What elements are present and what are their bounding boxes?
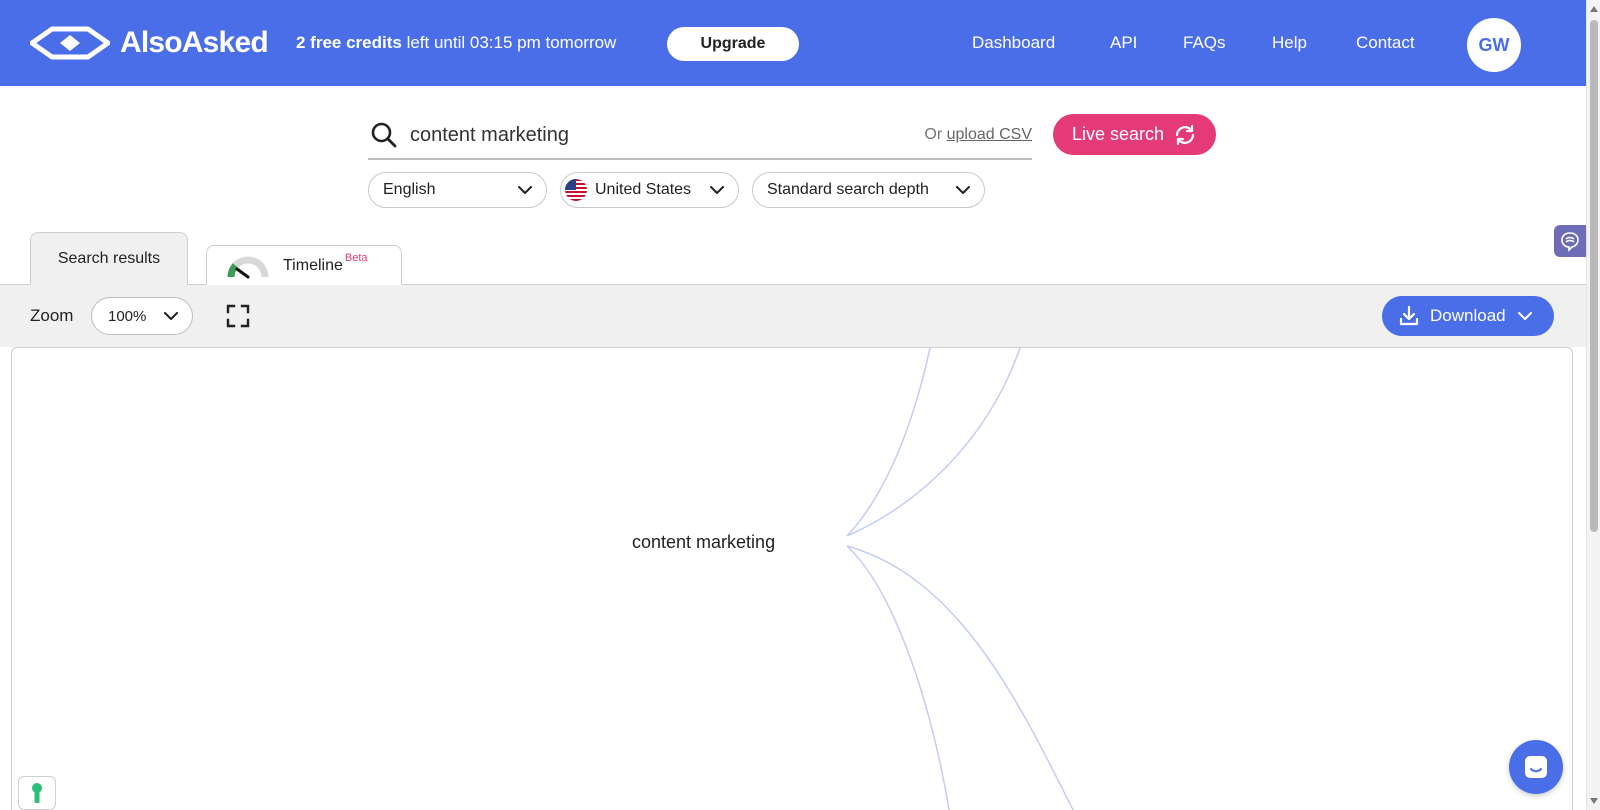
scroll-up-arrow-icon[interactable] [1590, 6, 1598, 12]
mindmap-canvas[interactable]: content marketing [11, 347, 1573, 810]
upload-csv-link[interactable]: upload CSV [947, 126, 1032, 143]
credits-expiry: left until 03:15 pm tomorrow [406, 33, 617, 52]
chevron-down-icon [1517, 311, 1532, 320]
tab-timeline-label: Timeline [283, 256, 343, 274]
logo[interactable]: AlsoAsked [30, 24, 269, 62]
gauge-icon [227, 256, 269, 278]
scroll-thumb[interactable] [1590, 20, 1598, 532]
zoom-label: Zoom [30, 306, 74, 325]
download-label: Download [1430, 306, 1506, 325]
nav-contact[interactable]: Contact [1356, 33, 1415, 53]
user-avatar[interactable]: GW [1467, 18, 1521, 72]
search-depth-select[interactable]: Standard search depth [752, 172, 985, 208]
chat-icon [1525, 756, 1547, 778]
keyhole-icon [32, 783, 42, 803]
connector-line [846, 348, 931, 537]
logo-text: AlsoAsked [120, 26, 269, 59]
top-header: AlsoAsked 2 free credits left until 03:1… [0, 0, 1586, 86]
results-toolbar: Zoom 100% Download [0, 285, 1586, 347]
chevron-down-icon [956, 185, 970, 194]
side-brain-tab[interactable] [1554, 225, 1586, 257]
tab-timeline[interactable]: Timeline Beta [206, 245, 402, 285]
mindmap-connectors [846, 348, 1074, 810]
region-select[interactable]: United States [560, 172, 739, 208]
us-flag-icon [565, 179, 587, 201]
or-text: Or [924, 126, 943, 143]
scroll-down-arrow-icon[interactable] [1590, 798, 1598, 804]
download-button[interactable]: Download [1382, 296, 1554, 336]
language-select[interactable]: English [368, 172, 547, 208]
logo-eye-icon [30, 26, 110, 60]
search-depth-value: Standard search depth [767, 181, 929, 198]
zoom-select[interactable]: 100% [91, 297, 193, 335]
download-icon [1399, 305, 1419, 326]
keyhole-widget-button[interactable] [18, 776, 56, 810]
chevron-down-icon [518, 185, 532, 194]
connector-line [846, 545, 1074, 810]
nav-api[interactable]: API [1110, 33, 1137, 53]
search-icon [371, 122, 397, 148]
credits-count: 2 free credits [296, 33, 402, 52]
tab-search-results-label: Search results [57, 250, 161, 267]
live-search-button[interactable]: Live search [1053, 114, 1216, 155]
nav-help[interactable]: Help [1272, 33, 1307, 53]
nav-faqs[interactable]: FAQs [1183, 33, 1226, 53]
chevron-down-icon [164, 311, 178, 320]
nav-dashboard[interactable]: Dashboard [972, 33, 1055, 53]
connector-line [846, 545, 950, 810]
beta-badge: Beta [344, 251, 368, 264]
refresh-icon [1175, 124, 1195, 145]
live-search-label: Live search [1071, 124, 1165, 144]
region-value: United States [595, 181, 692, 198]
language-value: English [383, 181, 436, 198]
page-scrollbar[interactable] [1586, 0, 1600, 810]
brain-icon [1561, 232, 1579, 252]
search-input[interactable] [410, 123, 880, 147]
tab-search-results[interactable]: Search results [30, 232, 188, 285]
search-bar: Or upload CSV [368, 112, 1032, 160]
fullscreen-icon[interactable] [226, 304, 250, 328]
upgrade-button[interactable]: Upgrade [667, 27, 799, 61]
credits-notice: 2 free credits left until 03:15 pm tomor… [296, 33, 616, 53]
mindmap-root-node[interactable]: content marketing [632, 532, 775, 553]
upload-csv-prompt: Or upload CSV [924, 126, 1032, 144]
chat-launcher-button[interactable] [1509, 740, 1563, 794]
chevron-down-icon [710, 185, 724, 194]
connector-line [846, 348, 1021, 537]
zoom-value: 100% [108, 307, 147, 325]
